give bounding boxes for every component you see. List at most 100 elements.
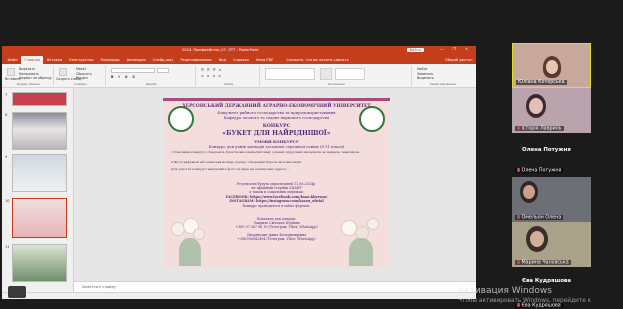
- participant-tile[interactable]: Омельян Олена: [512, 177, 591, 222]
- reset-button[interactable]: Сбросить: [76, 72, 92, 76]
- slide-instagram: INSTAGRAM: https://instagram.com/ksaeu_o…: [229, 199, 324, 203]
- slide-thumbnails-pane[interactable]: 7 8 9 10 11: [2, 88, 74, 292]
- muted-mic-icon: [517, 259, 520, 264]
- font-name-box[interactable]: [111, 68, 155, 73]
- sign-in-button[interactable]: Войти: [406, 47, 424, 52]
- slide-thumbnail[interactable]: [12, 92, 67, 106]
- slide-department: Кафедра лісового та садово-паркового гос…: [223, 115, 330, 120]
- tab-file[interactable]: Файл: [4, 56, 21, 64]
- select-button[interactable]: Выделить: [417, 76, 434, 80]
- copy-button[interactable]: Копировать: [19, 72, 39, 76]
- group-label-slides: Слайды: [74, 82, 87, 86]
- thumbnail-number: 9: [5, 155, 8, 159]
- align-buttons[interactable]: ≡ ≡ ≡ ≡: [201, 74, 222, 78]
- status-bar: [2, 292, 476, 299]
- cut-button[interactable]: Вырезать: [19, 67, 35, 71]
- arrange-button[interactable]: [320, 68, 332, 80]
- flowers-right-illustration: [333, 216, 387, 268]
- participant-name: Марина Чаловська: [515, 259, 571, 265]
- desktop: 2024. Профмайстер_07 .ЛТТ - PowerPoint В…: [0, 0, 623, 309]
- tab-insert[interactable]: Вставка: [43, 56, 65, 64]
- font-format-buttons[interactable]: B I U S: [111, 75, 137, 79]
- tab-hand-pdf[interactable]: Hand.PDF: [252, 56, 277, 64]
- tab-review[interactable]: Рецензирование: [177, 56, 215, 64]
- slide-item-2: 2.Фотографувати або записувати відео про…: [171, 160, 302, 164]
- tab-home[interactable]: Главная: [20, 56, 44, 64]
- slide-editor[interactable]: ХЕРСОНСЬКИЙ ДЕРЖАВНИЙ АГРАРНО-ЕКОНОМІЧНИ…: [74, 88, 476, 281]
- window-controls[interactable]: — ❐ ✕: [440, 47, 472, 51]
- muted-mic-icon: [517, 214, 520, 219]
- group-drawing: Рисование: [262, 66, 412, 86]
- flowers-left-illustration: [165, 216, 213, 268]
- list-buttons[interactable]: ☰ ☰ ☰ ≡: [201, 68, 222, 72]
- slide-university: ХЕРСОНСЬКИЙ ДЕРЖАВНИЙ АГРАРНО-ЕКОНОМІЧНИ…: [182, 104, 371, 109]
- participant-name: Історія Лавриль: [515, 125, 564, 131]
- participant-name: Юліана Котерська: [516, 80, 567, 85]
- quick-styles-button[interactable]: [335, 68, 365, 80]
- group-label-font: Шрифт: [145, 82, 158, 86]
- group-slides: Создать слайд Макет Сбросить Раздел Слай…: [56, 66, 106, 86]
- thumbnail-number: 8: [5, 113, 8, 117]
- thumbnail-number: 10: [5, 199, 10, 203]
- paste-icon[interactable]: [7, 68, 15, 76]
- tab-slideshow[interactable]: Слайд-шоу: [149, 56, 177, 64]
- group-clipboard: Вставить Вырезать Копировать Формат по о…: [4, 66, 54, 86]
- group-label-drawing: Рисование: [328, 82, 345, 86]
- participants-panel: Юліана Котерська Історія Лавриль Олена П…: [512, 40, 623, 309]
- notes-placeholder: Заметки к слайду: [82, 285, 116, 289]
- slide-prize: Конкурс проводиться в online форматі.: [242, 204, 311, 208]
- font-size-box[interactable]: [157, 68, 169, 73]
- group-label-paragraph: Абзац: [223, 82, 234, 86]
- current-slide[interactable]: ХЕРСОНСЬКИЙ ДЕРЖАВНИЙ АГРАРНО-ЕКОНОМІЧНИ…: [163, 98, 390, 268]
- group-paragraph: ☰ ☰ ☰ ≡ ≡ ≡ ≡ ≡ Абзац: [198, 66, 260, 86]
- participant-name: Олена Потужня: [515, 167, 564, 173]
- participant-name: Омельян Олена: [515, 214, 564, 220]
- replace-button[interactable]: Заменить: [417, 72, 433, 76]
- layout-button[interactable]: Макет: [76, 67, 86, 71]
- tab-help[interactable]: Справка: [229, 56, 252, 64]
- tab-transitions[interactable]: Переходы: [97, 56, 123, 64]
- participant-name-only[interactable]: Єва Кудряшова: [522, 278, 571, 284]
- muted-mic-icon: [517, 167, 520, 172]
- slide-results-3: а також в соціальних мережах:: [249, 190, 304, 194]
- tab-design[interactable]: Конструктор: [66, 56, 97, 64]
- title-bar: 2024. Профмайстер_07 .ЛТТ - PowerPoint В…: [2, 46, 476, 55]
- group-font: B I U S Шрифт: [108, 66, 196, 86]
- slide-contest-label: КОНКУРС: [262, 124, 291, 129]
- slide-thumbnail[interactable]: [12, 244, 67, 282]
- slide-top-border: [163, 98, 390, 101]
- slide-audience: Конкурс для учнів закладів загальної сер…: [208, 144, 345, 149]
- section-button[interactable]: Раздел: [76, 76, 88, 80]
- slide-thumbnail-selected[interactable]: [12, 198, 67, 238]
- shapes-gallery[interactable]: [265, 68, 315, 80]
- slide-thumbnail[interactable]: [12, 112, 67, 150]
- format-painter-button[interactable]: Формат по образцу: [19, 76, 52, 80]
- group-editing: Найти Заменить Выделить Редактирование: [414, 66, 472, 86]
- thumbnail-number: 7: [5, 93, 8, 97]
- participant-tile[interactable]: Історія Лавриль: [512, 88, 591, 133]
- notes-pane[interactable]: Заметки к слайду: [74, 281, 476, 292]
- windows-activation-hint: Чтобы активировать Windows, перейдите к: [458, 298, 592, 304]
- window-title: 2024. Профмайстер_07 .ЛТТ - PowerPoint: [182, 48, 259, 52]
- ribbon: Вставить Вырезать Копировать Формат по о…: [2, 64, 476, 88]
- participant-tile[interactable]: Юліана Котерська: [512, 43, 591, 88]
- powerpoint-window: 2024. Профмайстер_07 .ЛТТ - PowerPoint В…: [2, 46, 476, 299]
- thumbnail-number: 11: [5, 245, 10, 249]
- ribbon-tabs: Файл Главная Вставка Конструктор Переход…: [2, 55, 476, 64]
- group-label-editing: Редактирование: [429, 82, 457, 86]
- participant-tile[interactable]: Олена Потужня: [512, 162, 591, 174]
- tab-view[interactable]: Вид: [215, 56, 229, 64]
- find-button[interactable]: Найти: [417, 67, 427, 71]
- slide-contest-title: «БУКЕТ ДЛЯ НАЙРІДНІШОЇ»: [222, 130, 331, 137]
- tab-animations[interactable]: Анимация: [123, 56, 149, 64]
- share-tab[interactable]: Общий доступ: [442, 56, 476, 64]
- new-slide-icon[interactable]: [59, 68, 67, 76]
- slide-item-3: Для участі в конкурсі надсилайте фото та…: [171, 167, 291, 171]
- screen-share-icon[interactable]: [8, 286, 26, 298]
- participant-name-only[interactable]: Олена Потужня: [522, 147, 571, 153]
- tell-me-search[interactable]: Скажите, что вы хотите сделать: [283, 56, 352, 64]
- group-label-clipboard: Буфер обмена: [17, 82, 40, 86]
- participant-tile[interactable]: Марина Чаловська: [512, 222, 591, 267]
- slide-thumbnail[interactable]: [12, 154, 67, 192]
- windows-activation-title: Активация Windows: [458, 286, 552, 296]
